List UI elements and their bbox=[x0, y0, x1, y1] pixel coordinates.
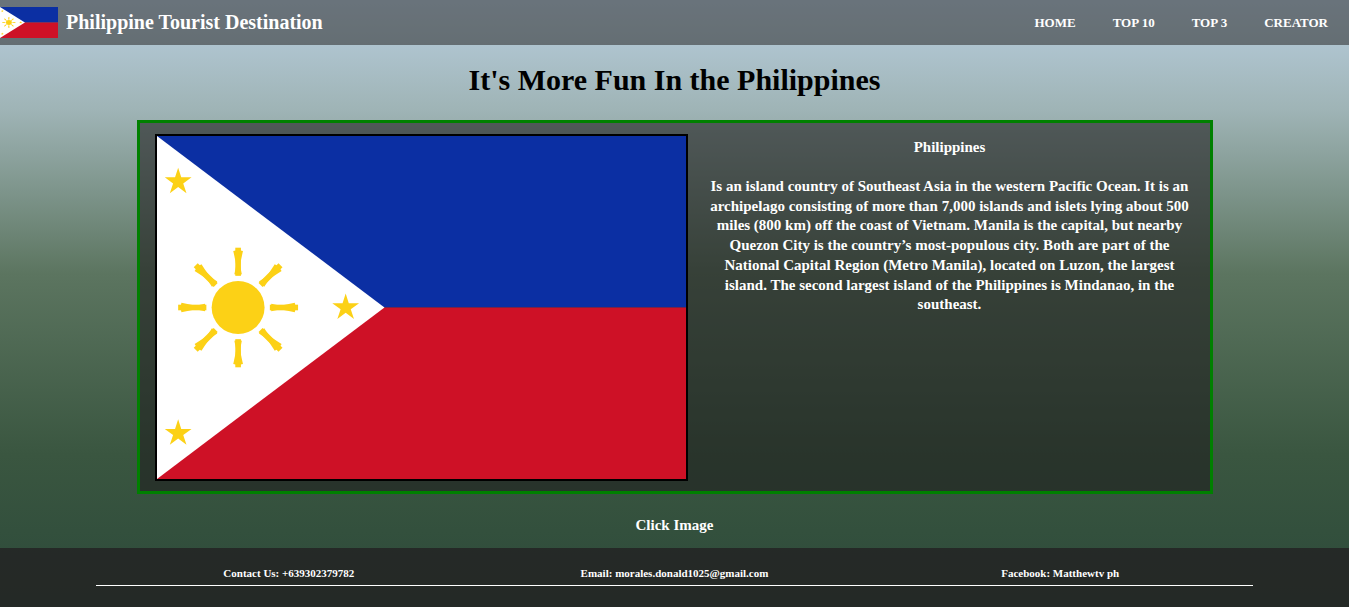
main-content: It's More Fun In the Philippines Philippi… bbox=[0, 45, 1349, 548]
nav-link[interactable]: CREATOR bbox=[1264, 13, 1328, 33]
footer: Contact Us: +639302379782Email: morales.… bbox=[0, 548, 1349, 607]
top-nav: Philippine Tourist Destination HOME TOP 10… bbox=[0, 0, 1349, 45]
page-heading: It's More Fun In the Philippines bbox=[468, 62, 880, 98]
nav-link[interactable]: TOP 10 bbox=[1113, 13, 1155, 33]
flag-logo-icon bbox=[0, 7, 58, 38]
footer-item: Facebook: Matthewtv ph bbox=[867, 566, 1253, 580]
card-title: Philippines bbox=[708, 137, 1192, 157]
nav-links: HOME TOP 10 TOP 3 CREATOR bbox=[1034, 13, 1349, 33]
click-image-caption: Click Image bbox=[636, 515, 714, 535]
philippine-flag-icon bbox=[157, 136, 686, 479]
card-description: Is an island country of Southeast Asia i… bbox=[708, 177, 1192, 315]
intro-card: Philippines Is an island country of South… bbox=[137, 120, 1213, 494]
site-title: Philippine Tourist Destination bbox=[66, 10, 323, 35]
nav-link[interactable]: TOP 3 bbox=[1192, 13, 1228, 33]
page: Philippine Tourist Destination HOME TOP 10… bbox=[0, 0, 1349, 607]
flag-image[interactable] bbox=[155, 134, 688, 481]
footer-items: Contact Us: +639302379782Email: morales.… bbox=[96, 566, 1253, 580]
footer-item: Email: morales.donald1025@gmail.com bbox=[482, 566, 868, 580]
nav-link[interactable]: HOME bbox=[1034, 13, 1075, 33]
footer-divider bbox=[96, 585, 1253, 586]
card-text: Philippines Is an island country of South… bbox=[698, 134, 1202, 315]
footer-item: Contact Us: +639302379782 bbox=[96, 566, 482, 580]
